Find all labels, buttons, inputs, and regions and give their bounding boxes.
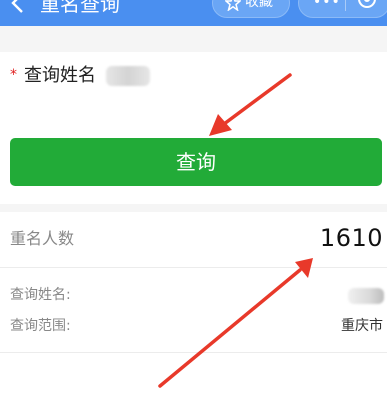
close-icon[interactable] <box>357 0 377 9</box>
duplicate-count-value: 1610 <box>319 224 383 252</box>
result-range-value: 重庆市 <box>341 318 383 334</box>
more-icon[interactable]: ••• <box>313 0 341 9</box>
result-range-label: 查询范围: <box>10 318 71 334</box>
capsule-divider <box>345 0 346 11</box>
result-divider <box>0 352 387 353</box>
required-mark: * <box>10 67 17 83</box>
duplicate-count-label: 重名人数 <box>10 229 75 248</box>
query-name-label: 查询姓名 <box>24 65 96 86</box>
star-icon <box>225 0 241 11</box>
top-spacer <box>0 26 387 52</box>
favorite-label: 收藏 <box>245 0 273 10</box>
query-button-area: 查询 <box>0 100 387 204</box>
mini-program-capsule: ••• <box>298 0 387 18</box>
back-arrow-icon[interactable] <box>8 0 30 14</box>
duplicate-count-row: 重名人数 1610 <box>0 212 387 268</box>
favorite-button[interactable]: 收藏 <box>212 0 290 18</box>
query-name-row: * 查询姓名 <box>0 52 387 100</box>
page-title: 重名查询 <box>40 0 120 16</box>
result-name-label: 查询姓名: <box>10 287 71 303</box>
page: 重名查询 收藏 ••• * 查询姓名 查询 重名人数 1610 查询姓名: 查询… <box>0 0 387 393</box>
redacted-result-name <box>348 288 384 304</box>
app-header: 重名查询 收藏 ••• <box>0 0 387 26</box>
result-section: 重名人数 1610 查询姓名: 查询范围: 重庆市 <box>0 212 387 393</box>
section-gap <box>0 204 387 212</box>
query-button[interactable]: 查询 <box>10 138 382 186</box>
query-name-input[interactable] <box>106 63 150 87</box>
